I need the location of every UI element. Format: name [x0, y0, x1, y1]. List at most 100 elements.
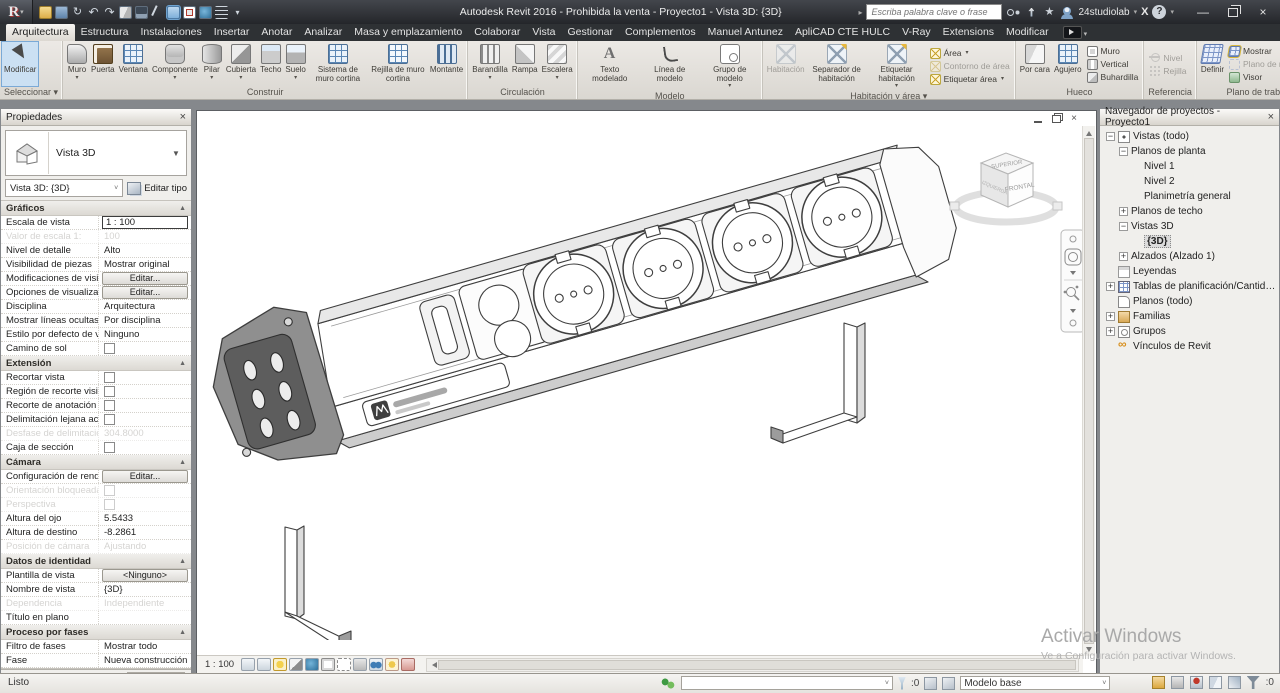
- tree-item-planimetria-general[interactable]: Planimetría general: [1100, 189, 1279, 204]
- communication-center-icon[interactable]: [1024, 6, 1038, 19]
- properties-header[interactable]: Propiedades ×: [1, 109, 191, 126]
- button-buhardilla[interactable]: Buhardilla: [1087, 72, 1139, 83]
- button-escalera[interactable]: Escalera▾: [540, 42, 575, 86]
- vertical-scrollbar-thumb[interactable]: [1084, 138, 1094, 644]
- tab-complementos[interactable]: Complementos: [619, 24, 702, 41]
- close-button[interactable]: ×: [1248, 1, 1278, 23]
- edit-button[interactable]: Editar...: [102, 286, 188, 299]
- button-vertical[interactable]: Vertical: [1087, 59, 1139, 70]
- render-icon[interactable]: [199, 6, 212, 19]
- nivel-de-detalle-icon[interactable]: [241, 658, 255, 671]
- edit-button[interactable]: Editar...: [102, 470, 188, 483]
- button-barandilla[interactable]: Barandilla▾: [470, 42, 510, 86]
- open-icon[interactable]: [39, 6, 52, 19]
- button-rejilla-de-muro-cortina[interactable]: Rejilla de muro cortina: [368, 42, 428, 86]
- camino-de-sol-icon[interactable]: [273, 658, 287, 671]
- tree-item-familias[interactable]: +Familias: [1100, 309, 1279, 324]
- view-restore-button[interactable]: [1050, 113, 1062, 123]
- tree-item-grupos[interactable]: +Grupos: [1100, 324, 1279, 339]
- view-minimize-button[interactable]: [1032, 113, 1044, 123]
- tab-insertar[interactable]: Insertar: [208, 24, 256, 41]
- horizontal-scrollbar-thumb[interactable]: [438, 660, 1076, 670]
- section-proceso-por-fases[interactable]: Proceso por fases▲: [1, 625, 191, 640]
- collapse-icon[interactable]: ▲: [179, 360, 186, 367]
- button-grupo-de-modelo[interactable]: Grupo de modelo▾: [700, 42, 760, 90]
- chevron-down-icon[interactable]: ▼: [172, 149, 186, 158]
- favorites-icon[interactable]: [1042, 6, 1056, 19]
- button-etiquetar-area[interactable]: Etiquetar área▾: [930, 74, 1010, 85]
- tree-item-planos-de-techo[interactable]: +Planos de techo: [1100, 204, 1279, 219]
- view-scale-button[interactable]: 1 : 100: [205, 659, 234, 670]
- button-definir[interactable]: Definir: [1199, 42, 1226, 86]
- fijados-seleccionables-icon[interactable]: [1190, 676, 1203, 689]
- drawing-area[interactable]: SUPERIOR IZQUIERDA FRONTAL ×: [196, 110, 1097, 674]
- button-mostrar[interactable]: Mostrar: [1229, 46, 1280, 57]
- media-player-icon[interactable]: [1063, 26, 1082, 39]
- vinculos-seleccionables-icon[interactable]: [1152, 676, 1165, 689]
- tree-item-vinculos-de-revit[interactable]: Vínculos de Revit: [1100, 339, 1279, 354]
- design-options-icon[interactable]: [924, 677, 937, 690]
- undo-icon[interactable]: [87, 6, 100, 19]
- filtro-icon[interactable]: [1247, 676, 1260, 689]
- button-area[interactable]: Área▾: [930, 48, 1010, 59]
- button-rampa[interactable]: Rampa: [510, 42, 540, 86]
- value-text[interactable]: Mostrar todo: [102, 641, 157, 652]
- expand-icon[interactable]: +: [1106, 282, 1115, 291]
- cuadro-renderizacion-icon[interactable]: [305, 658, 319, 671]
- button-suelo[interactable]: Suelo▾: [283, 42, 307, 86]
- measure-icon[interactable]: [119, 6, 132, 19]
- tree-item-tablas-de-planificacion-cantidades[interactable]: +Tablas de planificación/Cantidades: [1100, 279, 1279, 294]
- checkbox[interactable]: [104, 343, 115, 354]
- dimension-icon[interactable]: [135, 6, 148, 19]
- ocultar-aislar-icon[interactable]: [369, 658, 383, 671]
- button-sistema-de-muro-cortina[interactable]: Sistema de muro cortina: [308, 42, 368, 86]
- tree-item-alzados-alzado-1[interactable]: +Alzados (Alzado 1): [1100, 249, 1279, 264]
- revelar-ocultos-icon[interactable]: [385, 658, 399, 671]
- application-menu-button[interactable]: R ▾: [0, 0, 33, 24]
- checkbox[interactable]: [104, 414, 115, 425]
- tree-item-nivel-2[interactable]: Nivel 2: [1100, 174, 1279, 189]
- estilo-visual-icon[interactable]: [257, 658, 271, 671]
- tab-modificar[interactable]: Modificar: [1000, 24, 1055, 41]
- button-techo[interactable]: Techo: [258, 42, 283, 86]
- collapse-icon[interactable]: ▲: [179, 459, 186, 466]
- tab-estructura[interactable]: Estructura: [75, 24, 135, 41]
- expand-icon[interactable]: +: [1119, 252, 1128, 261]
- scroll-left-icon[interactable]: [427, 662, 438, 668]
- value-text[interactable]: {3D}: [102, 584, 123, 595]
- button-etiquetar-habitacion[interactable]: Etiquetar habitación▾: [867, 42, 927, 90]
- edit-type-button[interactable]: Editar tipo: [127, 182, 187, 195]
- button-componente[interactable]: Componente▾: [150, 42, 200, 86]
- search-input[interactable]: [866, 4, 1002, 20]
- value-text[interactable]: Mostrar original: [102, 259, 169, 270]
- type-selector[interactable]: Vista 3D ▼: [5, 130, 187, 176]
- button-visor[interactable]: Visor: [1229, 72, 1280, 83]
- section-extension[interactable]: Extensión▲: [1, 356, 191, 371]
- collapse-icon[interactable]: ▲: [179, 205, 186, 212]
- subyacentes-seleccionables-icon[interactable]: [1171, 676, 1184, 689]
- exchange-apps-icon[interactable]: X: [1141, 6, 1148, 18]
- button-cubierta[interactable]: Cubierta▾: [224, 42, 258, 86]
- collapse-icon[interactable]: ▲: [179, 629, 186, 636]
- section-icon[interactable]: [183, 6, 196, 19]
- button-texto-modelado[interactable]: Texto modelado: [580, 42, 640, 90]
- edit-button[interactable]: Editar...: [102, 272, 188, 285]
- collapse-icon[interactable]: −: [1119, 147, 1128, 156]
- button-muro[interactable]: Muro: [1087, 46, 1139, 57]
- infocenter-toggle-icon[interactable]: ▸: [858, 8, 862, 17]
- checkbox[interactable]: [104, 372, 115, 383]
- button-puerta[interactable]: Puerta: [89, 42, 117, 86]
- search-icon[interactable]: [1006, 6, 1020, 19]
- horizontal-scrollbar[interactable]: [426, 658, 1079, 672]
- mostrar-region-recorte-icon[interactable]: [337, 658, 351, 671]
- workset-select[interactable]: ˅: [681, 676, 893, 690]
- tree-item-vistas-todo[interactable]: −Vistas (todo): [1100, 129, 1279, 144]
- button-pilar[interactable]: Pilar▾: [200, 42, 224, 86]
- tab-anotar[interactable]: Anotar: [255, 24, 298, 41]
- active-option-icon[interactable]: [942, 677, 955, 690]
- tree-item-vistas-3d[interactable]: −Vistas 3D: [1100, 219, 1279, 234]
- button-muro[interactable]: Muro▾: [65, 42, 89, 86]
- tab-v-ray[interactable]: V-Ray: [896, 24, 937, 41]
- scroll-up-icon[interactable]: [1083, 126, 1095, 137]
- sombras-icon[interactable]: [289, 658, 303, 671]
